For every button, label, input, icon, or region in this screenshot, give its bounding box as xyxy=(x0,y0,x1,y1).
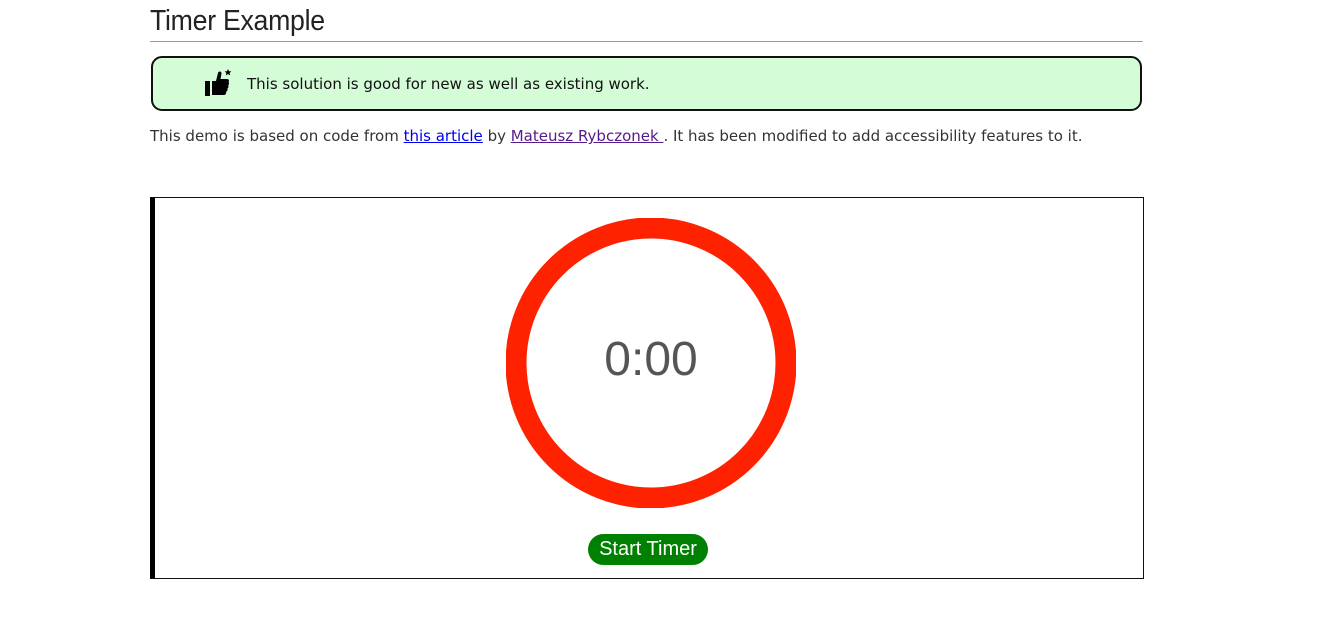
author-link[interactable]: Mateusz Rybczonek xyxy=(511,127,664,145)
page-content: Timer Example This solution is good for … xyxy=(150,0,1144,579)
intro-paragraph: This demo is based on code from this art… xyxy=(150,127,1083,145)
notice-banner: This solution is good for new as well as… xyxy=(151,56,1142,111)
notice-text: This solution is good for new as well as… xyxy=(247,75,650,93)
article-link[interactable]: this article xyxy=(404,127,483,145)
intro-middle: by xyxy=(482,127,511,145)
timer-demo-container: 0:00 Start Timer xyxy=(150,197,1144,579)
timer-display: 0:00 xyxy=(604,332,698,386)
start-timer-button[interactable]: Start Timer xyxy=(588,534,708,565)
intro-suffix: . It has been modified to add accessibil… xyxy=(663,127,1083,145)
intro-prefix: This demo is based on code from xyxy=(150,127,404,145)
page-title: Timer Example xyxy=(150,0,1144,42)
thumbs-up-star-icon xyxy=(205,69,232,96)
